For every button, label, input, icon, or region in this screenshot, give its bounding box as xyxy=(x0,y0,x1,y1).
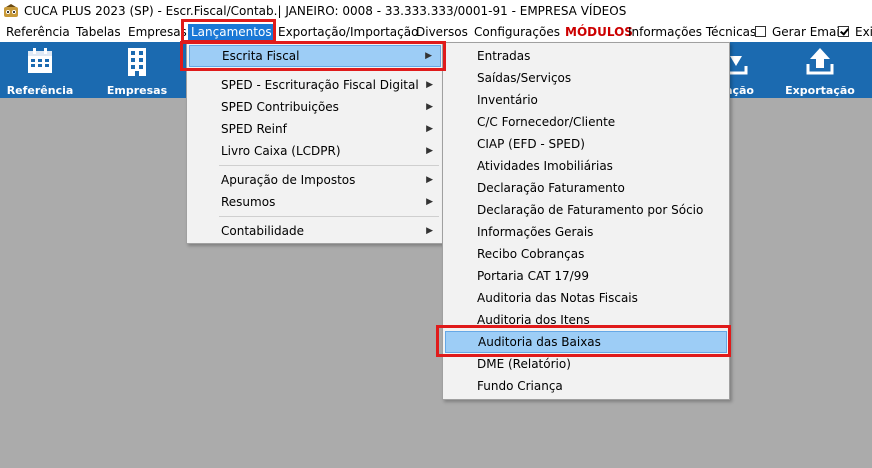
submenu-arrow-icon: ▶ xyxy=(426,197,433,207)
submenu-arrow-icon: ▶ xyxy=(426,102,433,112)
title-bar: CUCA PLUS 2023 (SP) - Escr.Fiscal/Contab… xyxy=(0,0,872,22)
exi-label: Exi xyxy=(855,25,872,39)
menu-item-sped-efd[interactable]: SPED - Escrituração Fiscal Digital ▶ xyxy=(189,74,441,96)
upload-icon xyxy=(806,48,834,75)
menu-item-apuracao-impostos[interactable]: Apuração de Impostos ▶ xyxy=(189,169,441,191)
menu-informacoes-tecnicas[interactable]: Informações Técnicas xyxy=(628,24,756,40)
submenu-arrow-icon: ▶ xyxy=(426,146,433,156)
submenu-arrow-icon: ▶ xyxy=(426,175,433,185)
submenu-arrow-icon: ▶ xyxy=(426,124,433,134)
submenu-item-saidas-servicos[interactable]: Saídas/Serviços xyxy=(445,67,727,89)
submenu-item-auditoria-notas-fiscais[interactable]: Auditoria das Notas Fiscais xyxy=(445,287,727,309)
menu-lancamentos[interactable]: Lançamentos xyxy=(188,24,275,40)
submenu-item-declaracao-faturamento-socio[interactable]: Declaração de Faturamento por Sócio xyxy=(445,199,727,221)
menu-separator xyxy=(219,216,439,217)
referencia-label: Referência xyxy=(6,84,74,97)
submenu-item-inventario[interactable]: Inventário xyxy=(445,89,727,111)
empresas-label: Empresas xyxy=(106,84,168,97)
submenu-item-entradas[interactable]: Entradas xyxy=(445,45,727,67)
menu-tabelas[interactable]: Tabelas xyxy=(76,24,121,40)
gerar-email-label: Gerar Email xyxy=(772,25,844,39)
submenu-item-fundo-crianca[interactable]: Fundo Criança xyxy=(445,375,727,397)
gerar-email-checkbox[interactable] xyxy=(755,26,766,37)
submenu-item-recibo-cobrancas[interactable]: Recibo Cobranças xyxy=(445,243,727,265)
exportacao-button[interactable]: Exportação xyxy=(782,42,858,98)
menu-item-resumos[interactable]: Resumos ▶ xyxy=(189,191,441,213)
referencia-button[interactable]: Referência xyxy=(0,42,80,98)
menu-item-livro-caixa[interactable]: Livro Caixa (LCDPR) ▶ xyxy=(189,140,441,162)
submenu-item-auditoria-itens[interactable]: Auditoria dos Itens xyxy=(445,309,727,331)
submenu-item-informacoes-gerais[interactable]: Informações Gerais xyxy=(445,221,727,243)
escrita-fiscal-submenu: Entradas Saídas/Serviços Inventário C/C … xyxy=(442,42,730,400)
menu-modulos[interactable]: MÓDULOS xyxy=(565,24,633,40)
exi-checkbox[interactable] xyxy=(838,26,849,37)
menu-configuracoes[interactable]: Configurações xyxy=(474,24,560,40)
exportacao-label: Exportação xyxy=(785,84,855,97)
menu-item-sped-contribuicoes[interactable]: SPED Contribuições ▶ xyxy=(189,96,441,118)
window-title: CUCA PLUS 2023 (SP) - Escr.Fiscal/Contab… xyxy=(24,4,627,18)
menu-separator xyxy=(219,165,439,166)
empresas-button[interactable]: Empresas xyxy=(100,42,174,98)
submenu-item-cc-fornecedor-cliente[interactable]: C/C Fornecedor/Cliente xyxy=(445,111,727,133)
submenu-arrow-icon: ▶ xyxy=(426,226,433,236)
menu-referencia[interactable]: Referência xyxy=(6,24,70,40)
submenu-arrow-icon: ▶ xyxy=(425,51,432,61)
calendar-icon xyxy=(28,48,52,73)
building-icon xyxy=(128,48,146,76)
submenu-item-dme-relatorio[interactable]: DME (Relatório) xyxy=(445,353,727,375)
app-logo-icon xyxy=(4,4,18,17)
lancamentos-menu: Escrita Fiscal ▶ SPED - Escrituração Fis… xyxy=(186,42,444,244)
menu-item-sped-reinf[interactable]: SPED Reinf ▶ xyxy=(189,118,441,140)
menu-item-escrita-fiscal[interactable]: Escrita Fiscal ▶ xyxy=(189,45,441,67)
menu-item-contabilidade[interactable]: Contabilidade ▶ xyxy=(189,220,441,242)
menu-exportacao-importacao[interactable]: Exportação/Importação xyxy=(278,24,418,40)
menu-empresas[interactable]: Empresas xyxy=(128,24,187,40)
submenu-item-ciap[interactable]: CIAP (EFD - SPED) xyxy=(445,133,727,155)
submenu-item-portaria-cat[interactable]: Portaria CAT 17/99 xyxy=(445,265,727,287)
submenu-arrow-icon: ▶ xyxy=(426,80,433,90)
submenu-item-auditoria-baixas[interactable]: Auditoria das Baixas xyxy=(445,331,727,353)
submenu-item-declaracao-faturamento[interactable]: Declaração Faturamento xyxy=(445,177,727,199)
menu-bar: Referência Tabelas Empresas Lançamentos … xyxy=(0,22,872,43)
submenu-item-atividades-imobiliarias[interactable]: Atividades Imobiliárias xyxy=(445,155,727,177)
menu-diversos[interactable]: Diversos xyxy=(416,24,468,40)
